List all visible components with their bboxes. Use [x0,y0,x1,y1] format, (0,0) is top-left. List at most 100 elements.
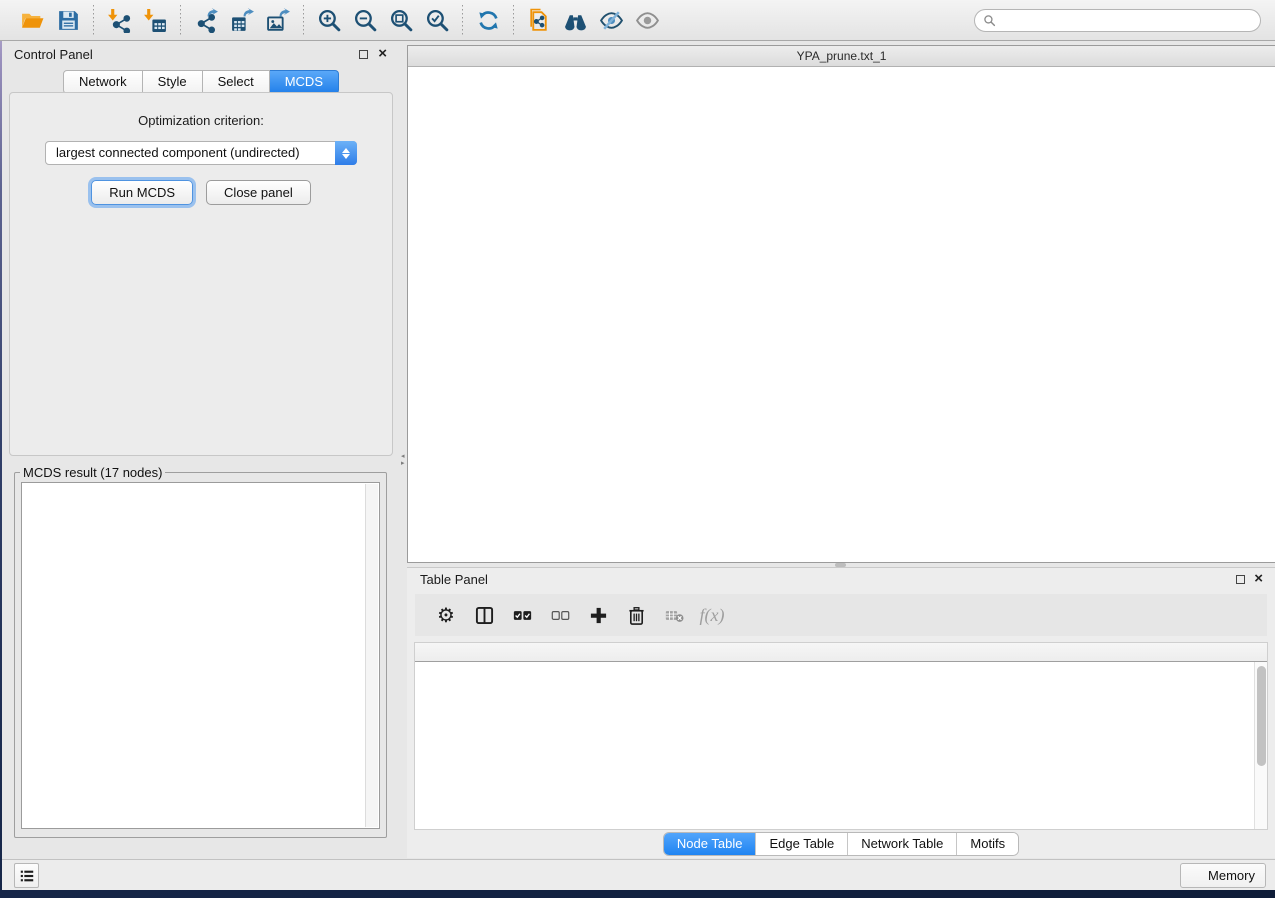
plus-icon [589,606,608,625]
criterion-value: largest connected component (undirected) [46,142,332,164]
toolbar-separator [303,5,304,35]
zoom-fit-button[interactable] [383,3,419,37]
open-folder-icon [20,8,45,33]
eye-slash-icon [599,8,624,33]
toolbar-separator [180,5,181,35]
memory-button[interactable]: Memory [1180,863,1266,888]
hide-selected-button[interactable] [593,3,629,37]
search-input[interactable] [1001,13,1252,27]
eye-icon [635,8,660,33]
result-list-scrollbar[interactable] [365,484,378,827]
tab-style[interactable]: Style [143,70,203,94]
deselect-all-icon [551,606,570,625]
zoom-out-button[interactable] [347,3,383,37]
network-graph[interactable] [408,68,1275,562]
trash-icon [627,606,646,625]
export-network-icon [194,8,219,33]
search-icon [983,14,996,27]
run-mcds-button[interactable]: Run MCDS [91,180,193,205]
export-network-button[interactable] [188,3,224,37]
zoom-fit-icon [389,8,414,33]
show-all-button[interactable] [629,3,665,37]
control-panel-tabs: Network Style Select MCDS [2,70,400,94]
memory-status-dot [1189,870,1201,882]
mcds-result-group: MCDS result (17 nodes) [14,465,387,838]
criterion-dropdown[interactable]: largest connected component (undirected) [45,141,357,165]
import-network-icon [107,8,132,33]
import-network-button[interactable] [101,3,137,37]
mcds-result-title: MCDS result (17 nodes) [20,465,165,480]
show-task-history-button[interactable] [14,863,39,888]
zoom-selected-button[interactable] [419,3,455,37]
apply-function-button[interactable]: f(x) [697,600,727,630]
toolbar-separator [513,5,514,35]
toggle-column-view-button[interactable] [469,600,499,630]
table-panel: Table Panel × ⚙ f(x) Node Table Edge Tab… [407,567,1275,858]
open-file-button[interactable] [14,3,50,37]
table-toolbar: ⚙ f(x) [415,594,1267,636]
add-column-button[interactable] [583,600,613,630]
refresh-icon [476,8,501,33]
toolbar-separator [462,5,463,35]
columns-icon [475,606,494,625]
vertical-splitter[interactable]: ◂▸ [400,41,407,859]
scrollbar-thumb[interactable] [1257,666,1266,766]
zoom-selected-icon [425,8,450,33]
tab-network[interactable]: Network [63,70,143,94]
function-icon: f(x) [700,605,725,626]
select-all-icon [513,606,532,625]
export-image-button[interactable] [260,3,296,37]
close-panel-icon[interactable]: × [378,44,387,64]
export-image-icon [266,8,291,33]
save-icon [56,8,81,33]
table-settings-button[interactable]: ⚙ [431,600,461,630]
deselect-all-button[interactable] [545,600,575,630]
close-window-icon[interactable] [419,51,430,62]
control-panel-title: Control Panel [14,47,93,62]
table-scrollbar[interactable] [1254,662,1267,829]
maximize-window-icon[interactable] [459,51,470,62]
table-tabs: Node Table Edge Table Network Table Moti… [407,832,1275,856]
table-panel-title: Table Panel [420,572,488,587]
export-table-icon [230,8,255,33]
tab-mcds[interactable]: MCDS [270,70,339,94]
mcds-result-list [21,482,380,829]
tab-node-table[interactable]: Node Table [664,833,756,855]
toolbar-separator [93,5,94,35]
import-table-button[interactable] [137,3,173,37]
table-header-row [415,643,1267,662]
float-window-icon[interactable] [1236,575,1245,584]
network-document-icon [527,8,552,33]
search-box[interactable] [974,9,1261,32]
network-overview-button[interactable] [557,3,593,37]
import-table-icon [143,8,168,33]
binoculars-icon [563,8,588,33]
export-table-button[interactable] [224,3,260,37]
tab-select[interactable]: Select [203,70,270,94]
tab-network-table[interactable]: Network Table [847,833,956,855]
network-window: YPA_prune.txt_1 [407,45,1275,563]
mcds-options-box: Optimization criterion: largest connecte… [9,92,393,456]
new-network-from-selection-button[interactable] [521,3,557,37]
delete-table-icon [665,606,684,625]
tab-motifs[interactable]: Motifs [956,833,1018,855]
tab-edge-table[interactable]: Edge Table [755,833,847,855]
status-bar: Memory [2,859,1275,890]
close-panel-button[interactable]: Close panel [206,180,311,205]
control-panel: Control Panel × Network Style Select MCD… [2,41,400,859]
zoom-in-button[interactable] [311,3,347,37]
network-view[interactable] [408,68,1275,562]
float-window-icon[interactable] [359,50,368,59]
delete-table-button[interactable] [659,600,689,630]
zoom-in-icon [317,8,342,33]
memory-label: Memory [1208,868,1255,883]
list-icon [19,868,35,884]
workspace: Control Panel × Network Style Select MCD… [2,41,1275,859]
save-session-button[interactable] [50,3,86,37]
network-titlebar: YPA_prune.txt_1 [408,46,1275,67]
minimize-window-icon[interactable] [439,51,450,62]
delete-column-button[interactable] [621,600,651,630]
select-all-button[interactable] [507,600,537,630]
refresh-view-button[interactable] [470,3,506,37]
close-panel-icon[interactable]: × [1254,569,1263,589]
